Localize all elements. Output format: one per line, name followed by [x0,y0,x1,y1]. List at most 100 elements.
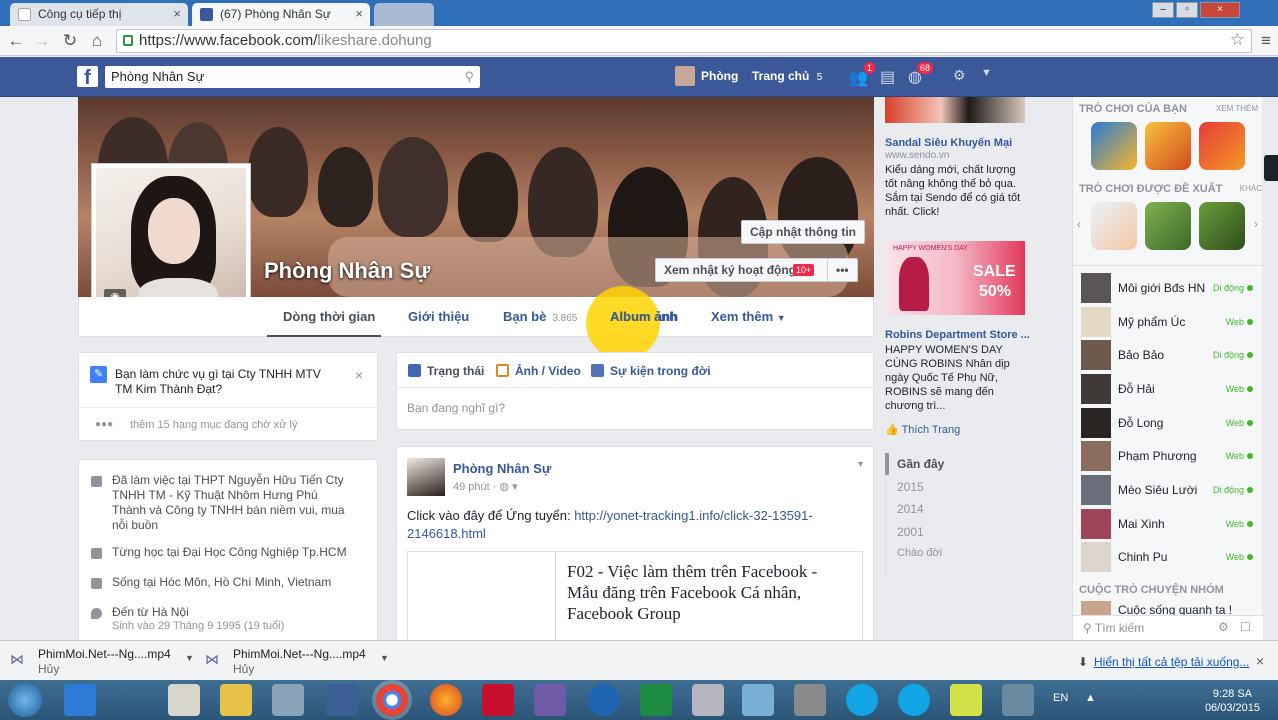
close-window-button[interactable]: × [1200,2,1240,18]
facebook-logo-icon[interactable]: f [77,66,98,89]
suggested-games-more[interactable]: KHÁC [1240,184,1262,193]
chat-contact[interactable]: Phạm Phương Web [1081,441,1253,471]
account-dropdown-icon[interactable]: ▼ [981,67,992,79]
tab-timeline[interactable]: Dòng thời gian [283,309,375,324]
skype-icon-2[interactable] [898,684,930,716]
tab-life-event[interactable]: Sự kiện trong đời [610,364,711,378]
recorder-icon[interactable] [1002,684,1034,716]
side-panel-tab[interactable] [1264,155,1278,181]
chat-search-input[interactable]: ⚲ Tìm kiếm [1083,621,1144,635]
post-options-icon[interactable]: ▾ [858,459,863,470]
ad-title-robins[interactable]: Robins Department Store ... [885,329,1030,341]
folder-icon[interactable] [220,684,252,716]
app-icon-2[interactable] [794,684,826,716]
ad-domain-sendo[interactable]: www.sendo.vn [885,150,949,161]
tab-about[interactable]: Giới thiệu [408,309,469,324]
ad-title-sendo[interactable]: Sandal Siêu Khuyến Mại [885,137,1012,149]
ie-icon[interactable] [64,684,96,716]
game-icon-tiger[interactable] [1145,122,1191,170]
game-icon-bike[interactable] [1145,202,1191,250]
new-message-icon[interactable]: ☐ [1240,620,1251,634]
download-item[interactable]: ⋈ PhimMoi.Net---Ng....mp4 Hủy ▼ [8,645,198,677]
update-info-button[interactable]: Cập nhật thông tin [741,220,865,244]
show-all-downloads-link[interactable]: Hiển thị tất cả tệp tải xuống... [1094,655,1249,669]
close-icon[interactable]: × [355,367,363,383]
chat-contact[interactable]: Môi giới Bđs HN Di động [1081,273,1253,303]
games-see-more[interactable]: XEM THÊM [1216,104,1258,113]
browser-tab-facebook[interactable]: (67) Phòng Nhân Sự × [192,3,370,26]
start-button[interactable] [8,683,42,717]
tray-arrow-icon[interactable]: ▲ [1085,692,1096,704]
camtasia-icon[interactable] [640,684,672,716]
facebook-search-input[interactable]: Phòng Nhân Sự ⚲ [105,66,480,88]
tab-photo-video[interactable]: Ảnh / Video [515,364,581,378]
timeline-year-2001[interactable]: 2001 [897,525,924,539]
download-item[interactable]: ⋈ PhimMoi.Net---Ng....mp4 Hủy ▼ [203,645,393,677]
home-icon[interactable]: ⌂ [86,30,108,52]
chat-contact[interactable]: Bảo Bảo Di động [1081,340,1253,370]
sendo-ad-image[interactable] [885,97,1025,123]
link-preview[interactable]: F02 - Việc làm thêm trên Facebook - Mẫu … [407,551,863,648]
post-author[interactable]: Phòng Nhân Sự [453,461,551,476]
profile-link[interactable]: Phòng [701,69,738,83]
reload-icon[interactable]: ↻ [59,30,81,52]
back-arrow-icon[interactable]: ← [5,30,27,52]
timeline-year-2015[interactable]: 2015 [897,480,924,494]
unikey-icon[interactable] [588,684,620,716]
tab-more[interactable]: Xem thêm ▼ [711,309,786,324]
media-player-icon[interactable] [168,684,200,716]
status-input[interactable]: Bạn đang nghĩ gì? [407,401,505,415]
computer-icon[interactable] [326,684,358,716]
skype-icon[interactable] [846,684,878,716]
tab-status[interactable]: Trạng thái [427,364,484,378]
paint-icon[interactable] [742,684,774,716]
chat-contact[interactable]: Đỗ Hải Web [1081,374,1253,404]
close-downloads-icon[interactable]: × [1256,653,1264,669]
language-indicator[interactable]: EN [1053,692,1068,704]
game-icon-pet[interactable] [1091,202,1137,250]
app-icon[interactable] [272,684,304,716]
privacy-shortcuts-icon[interactable]: ⚙ [953,67,966,84]
chevron-left-icon[interactable]: ‹ [1077,217,1081,231]
game-icon-soccer[interactable] [1199,202,1245,250]
more-options-button[interactable]: ••• [827,258,858,282]
browser-tab-marketing[interactable]: Công cụ tiếp thị × [10,3,188,26]
home-link[interactable]: Trang chủ 5 [751,69,822,83]
pending-items-link[interactable]: thêm 15 hạng mục đang chờ xử lý [130,419,297,431]
maximize-button[interactable]: ▫ [1176,2,1198,18]
folder-icon-2[interactable] [950,684,982,716]
user-avatar[interactable] [675,66,695,86]
chevron-down-icon[interactable]: ▼ [380,653,389,663]
tab-friends[interactable]: Bạn bè 3.865 [503,309,577,324]
post-link[interactable]: http://yonet-tracking1.info/click-32-135… [574,508,812,523]
firefox-icon[interactable] [430,684,462,716]
tool-icon[interactable] [692,684,724,716]
close-tab-icon[interactable]: × [355,6,363,21]
post-time[interactable]: 49 phút [453,481,490,493]
post-link-end[interactable]: 2146618.html [407,526,486,541]
chat-contact[interactable]: Đỗ Long Web [1081,408,1253,438]
bookmark-star-icon[interactable]: ☆ [1230,29,1245,51]
timeline-recent[interactable]: Gần đây [897,457,944,471]
like-page-button[interactable]: 👍 Thích Trang [885,423,960,436]
chrome-icon[interactable] [376,684,408,716]
post-author-avatar[interactable] [407,458,445,496]
chevron-right-icon[interactable]: › [1254,217,1258,231]
privacy-icon[interactable]: ◍ ▾ [499,481,517,493]
timeline-year-2014[interactable]: 2014 [897,502,924,516]
system-clock[interactable]: 9:28 SA 06/03/2015 [1205,687,1260,715]
close-tab-icon[interactable]: × [173,6,181,21]
gear-icon[interactable]: ⚙ [1218,620,1229,634]
chat-contact[interactable]: Mỹ phẩm Úc Web [1081,307,1253,337]
chat-contact[interactable]: Chinh Pu Web [1081,542,1253,572]
chat-contact[interactable]: Mèo Siêu Lười Di động [1081,475,1253,505]
timeline-born[interactable]: Chào đời [897,547,942,559]
pdf-reader-icon[interactable] [482,684,514,716]
visual-studio-icon[interactable] [534,684,566,716]
address-bar[interactable]: https://www.facebook.com/likeshare.dohun… [116,29,1252,53]
chevron-down-icon[interactable]: ▼ [185,653,194,663]
prompt-question[interactable]: Bạn làm chức vụ gì tại Cty TNHH MTV TM K… [115,367,330,397]
menu-icon[interactable]: ≡ [1255,30,1277,52]
chat-contact[interactable]: Mai Xinh Web [1081,509,1253,539]
forward-arrow-icon[interactable]: → [31,30,53,52]
